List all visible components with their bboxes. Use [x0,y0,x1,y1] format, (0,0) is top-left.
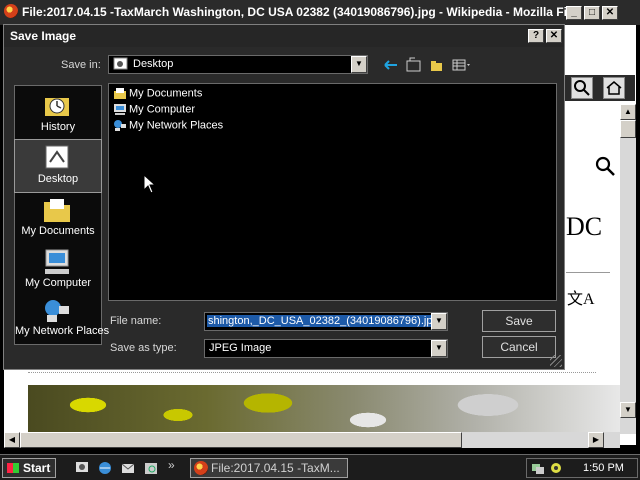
places-item-desktop[interactable]: Desktop [14,139,102,193]
page-heading-fragment: DC [566,212,603,241]
file-name: My Network Places [129,119,224,132]
list-item[interactable]: My Network Places [113,119,223,135]
tray-app-icon[interactable] [549,461,563,478]
cancel-button[interactable]: Cancel [482,336,556,358]
help-button[interactable]: ? [528,29,544,43]
start-button[interactable]: Start [2,458,56,478]
places-label: My Network Places [15,325,110,337]
save-as-type-label: Save as type: [110,342,177,354]
file-name: My Documents [129,87,203,100]
scroll-right-button[interactable]: ▶ [588,432,604,448]
page-search-icon[interactable] [594,155,616,183]
file-name-label: File name: [110,315,162,327]
firefox-icon [4,4,18,18]
new-folder-icon[interactable] [428,57,446,73]
firefox-toolbar-fragment [565,75,635,101]
history-icon [41,92,73,120]
view-menu-icon[interactable] [452,57,474,73]
language-icon[interactable]: 文A [567,285,595,309]
windows-logo-icon [7,463,19,473]
scroll-up-button[interactable]: ▲ [620,104,636,120]
mouse-cursor-icon [143,173,157,197]
start-label: Start [23,461,51,475]
vertical-scrollbar[interactable]: ▲ ▼ [620,104,636,434]
file-name-input[interactable]: shington,_DC_USA_02382_(34019086796).jpg… [204,312,448,331]
firefox-icon [194,461,208,475]
page-divider [566,272,610,273]
home-icon[interactable] [603,77,625,99]
hscroll-thumb[interactable] [20,432,462,448]
file-list[interactable]: My Documents My Computer My Network Plac… [108,83,557,301]
my-documents-icon [113,87,127,100]
save-as-type-value: JPEG Image [209,342,272,354]
network-icon [41,296,73,324]
minimize-button[interactable]: _ [566,6,582,20]
taskbar: Start » File:2017.04.15 -TaxM... 1:50 PM [0,454,640,480]
save-in-value: Desktop [133,58,174,70]
save-in-dropdown[interactable]: Desktop ▼ [108,55,368,74]
firefox-window-title: File:2017.04.15 -TaxMarch Washington, DC… [22,5,572,19]
scroll-thumb[interactable] [620,120,636,138]
search-icon[interactable] [571,77,593,99]
chevron-down-icon[interactable]: ▼ [431,313,447,330]
system-tray: 1:50 PM [526,458,638,478]
places-item-my-computer[interactable]: My Computer [15,244,101,296]
browser-icon[interactable] [97,460,113,476]
show-desktop-icon[interactable] [74,460,90,476]
page-dotted-rule [28,372,596,373]
taskbar-item-firefox[interactable]: File:2017.04.15 -TaxM... [190,458,348,478]
file-name-value: shington,_DC_USA_02382_(34019086796).jpg [207,315,440,327]
save-in-label: Save in: [61,59,101,71]
folder-icon [41,196,73,224]
places-label: History [40,121,76,133]
desktop-icon [113,57,129,75]
maximize-button[interactable]: □ [584,6,600,20]
dialog-titlebar: Save Image ? ✕ [4,25,564,47]
places-label: Desktop [37,173,79,185]
places-item-my-documents[interactable]: My Documents [15,192,101,244]
dialog-title: Save Image [10,29,77,43]
network-icon [113,119,127,132]
dialog-close-button[interactable]: ✕ [546,29,562,43]
file-name: My Computer [129,103,196,116]
save-as-type-dropdown[interactable]: JPEG Image ▼ [204,339,448,358]
computer-icon [113,103,127,116]
explorer-icon[interactable] [143,460,159,476]
mail-icon[interactable] [120,460,136,476]
scroll-left-button[interactable]: ◀ [4,432,20,448]
places-item-history[interactable]: History [15,88,101,140]
close-button[interactable]: ✕ [602,6,618,20]
overflow-chevron-icon[interactable]: » [168,458,175,472]
list-item[interactable]: My Computer [113,103,195,119]
places-label: My Documents [21,225,95,237]
list-item[interactable]: My Documents [113,87,202,103]
clock[interactable]: 1:50 PM [583,462,624,474]
places-label: My Computer [24,277,92,289]
up-folder-icon[interactable] [405,57,423,73]
resize-grip[interactable] [550,355,562,367]
horizontal-scrollbar[interactable]: ◀ ▶ [4,432,620,448]
save-button[interactable]: Save [482,310,556,332]
places-item-my-network-places[interactable]: My Network Places [15,292,110,344]
places-bar: History Desktop My Documents My Computer… [14,85,110,345]
chevron-down-icon[interactable]: ▼ [431,340,447,357]
network-tray-icon[interactable] [531,461,545,478]
page-photo[interactable] [28,385,620,435]
desktop-icon [41,144,73,172]
scroll-down-button[interactable]: ▼ [620,402,636,418]
save-image-dialog: Save Image ? ✕ Save in: Desktop ▼ Histor… [3,24,565,370]
firefox-titlebar: File:2017.04.15 -TaxMarch Washington, DC… [0,0,640,25]
back-arrow-icon[interactable] [382,57,400,73]
computer-icon [41,248,73,276]
chevron-down-icon[interactable]: ▼ [351,56,367,73]
taskbar-item-label: File:2017.04.15 -TaxM... [211,461,340,475]
